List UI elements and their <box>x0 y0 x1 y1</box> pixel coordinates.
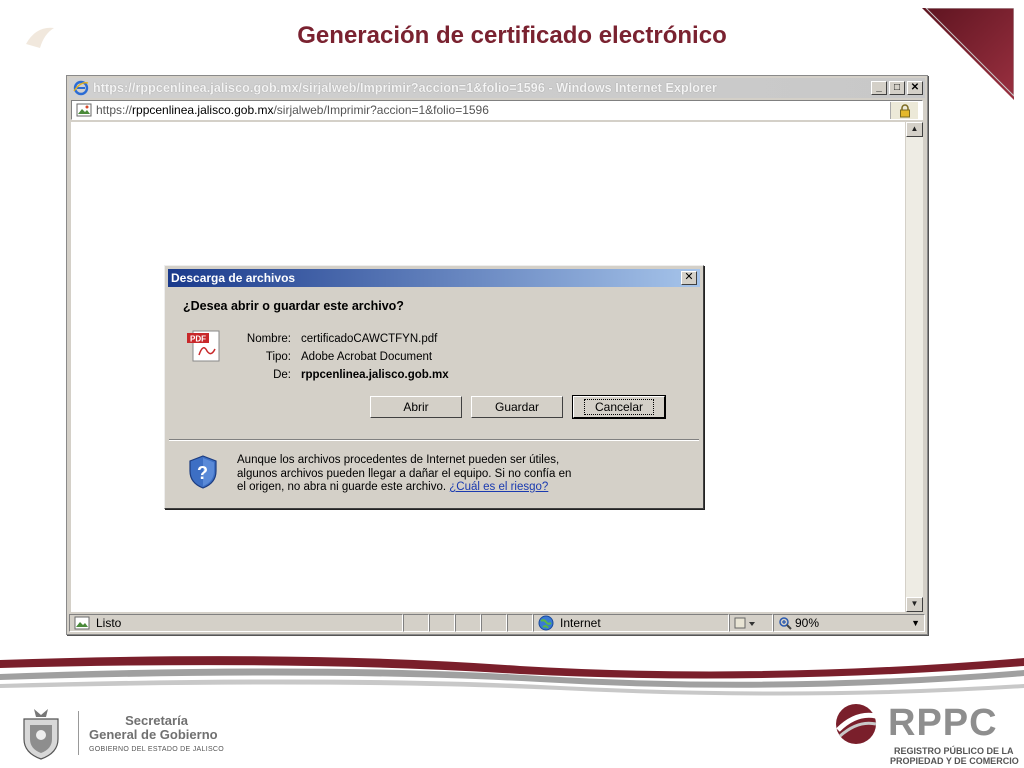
address-url[interactable]: https://rppcenlinea.jalisco.gob.mx/sirja… <box>96 103 489 117</box>
risk-link[interactable]: ¿Cuál es el riesgo? <box>449 481 548 493</box>
status-cell-empty <box>429 614 455 632</box>
internet-explorer-icon <box>73 80 89 96</box>
security-warning: Aunque los archivos procedentes de Inter… <box>237 454 637 495</box>
lock-icon <box>899 103 910 117</box>
protected-mode-button[interactable] <box>729 614 773 632</box>
zoom-dropdown-icon[interactable]: ▼ <box>911 618 920 628</box>
sgg-line-3: GOBIERNO DEL ESTADO DE JALISCO <box>89 745 225 753</box>
svg-text:?: ? <box>197 463 208 483</box>
security-lock-button[interactable] <box>890 102 918 119</box>
cancel-button-label: Cancelar <box>583 399 655 415</box>
status-cell-empty <box>481 614 507 632</box>
address-prefix: https:// <box>96 103 133 117</box>
address-path: /sirjalweb/Imprimir?accion=1&folio=1596 <box>273 103 489 117</box>
maximize-button[interactable]: □ <box>889 81 905 95</box>
corner-decoration <box>922 8 1014 100</box>
globe-icon <box>538 615 554 631</box>
vertical-scrollbar[interactable]: ▲ ▼ <box>906 122 923 612</box>
type-label: Tipo: <box>265 351 291 363</box>
dialog-question: ¿Desea abrir o guardar este archivo? <box>183 299 404 313</box>
dialog-separator <box>169 439 699 441</box>
status-text: Listo <box>96 616 122 630</box>
from-label: De: <box>273 369 291 381</box>
sgg-line-2: General de Gobierno <box>89 726 218 742</box>
slide-title: Generación de certificado electrónico <box>297 22 727 49</box>
warning-line-1: Aunque los archivos procedentes de Inter… <box>237 454 560 466</box>
dialog-title: Descarga de archivos <box>171 271 296 285</box>
browser-titlebar[interactable]: https://rppcenlinea.jalisco.gob.mx/sirja… <box>69 78 925 98</box>
rppc-subtitle-1: REGISTRO PÚBLICO DE LA <box>894 746 1014 756</box>
status-bar: Listo Internet 90% ▼ <box>69 613 925 633</box>
zone-label: Internet <box>560 616 601 630</box>
footer-divider <box>78 711 79 755</box>
settings-arrow-icon <box>734 617 755 629</box>
zoom-control[interactable]: 90% ▼ <box>773 614 925 632</box>
address-host: rppcenlinea.jalisco.gob.mx <box>132 103 274 117</box>
pdf-file-icon: PDF <box>187 330 220 362</box>
name-label: Nombre: <box>246 333 291 345</box>
scroll-up-button[interactable]: ▲ <box>906 122 923 137</box>
browser-window-title: https://rppcenlinea.jalisco.gob.mx/sirja… <box>93 81 718 95</box>
save-button[interactable]: Guardar <box>471 396 563 418</box>
rppc-emblem-icon <box>836 704 877 744</box>
rppc-subtitle-2: PROPIEDAD Y DE COMERCIO <box>890 756 1019 766</box>
security-shield-icon: ? <box>189 455 217 489</box>
sgg-line-1: Secretaría <box>125 712 188 728</box>
status-cell-empty <box>507 614 533 632</box>
rppc-wordmark: RPPC <box>888 702 998 744</box>
file-download-dialog: Descarga de archivos ✕ ¿Desea abrir o gu… <box>164 265 704 509</box>
scroll-down-button[interactable]: ▼ <box>906 597 923 612</box>
page-icon <box>76 103 92 117</box>
zoom-icon <box>779 617 792 630</box>
government-logo: Secretaría General de Gobierno GOBIERNO … <box>18 705 224 761</box>
warning-line-2: algunos archivos pueden llegar a dañar e… <box>237 467 572 480</box>
status-cell-empty <box>403 614 429 632</box>
file-info: Nombre: certificadoCAWCTFYN.pdf Tipo: Ad… <box>235 330 449 384</box>
rppc-logo: RPPC REGISTRO PÚBLICO DE LA PROPIEDAD Y … <box>828 700 1019 766</box>
open-button[interactable]: Abrir <box>370 396 462 418</box>
slide: Generación de certificado electrónico ht… <box>0 0 1024 768</box>
warning-line-3: el origen, no abra ni guarde este archiv… <box>237 481 450 493</box>
file-type: Adobe Acrobat Document <box>301 351 433 363</box>
page-status-icon <box>74 616 90 630</box>
pdf-icon-text: PDF <box>190 335 206 344</box>
dialog-titlebar[interactable]: Descarga de archivos ✕ <box>168 269 700 287</box>
status-text-cell: Listo <box>69 614 403 632</box>
status-cell-empty <box>455 614 481 632</box>
dialog-close-button[interactable]: ✕ <box>681 271 697 285</box>
file-source: rppcenlinea.jalisco.gob.mx <box>301 369 449 381</box>
file-name: certificadoCAWCTFYN.pdf <box>301 333 438 345</box>
address-bar[interactable]: https://rppcenlinea.jalisco.gob.mx/sirja… <box>71 100 923 120</box>
open-button-label: Abrir <box>403 400 429 414</box>
zoom-level: 90% <box>795 616 820 630</box>
jalisco-crest-icon <box>23 709 59 760</box>
cancel-button[interactable]: Cancelar <box>572 395 666 419</box>
close-window-button[interactable]: ✕ <box>907 81 923 95</box>
save-button-label: Guardar <box>494 400 540 414</box>
minimize-button[interactable]: _ <box>871 81 887 95</box>
security-zone[interactable]: Internet <box>533 614 729 632</box>
